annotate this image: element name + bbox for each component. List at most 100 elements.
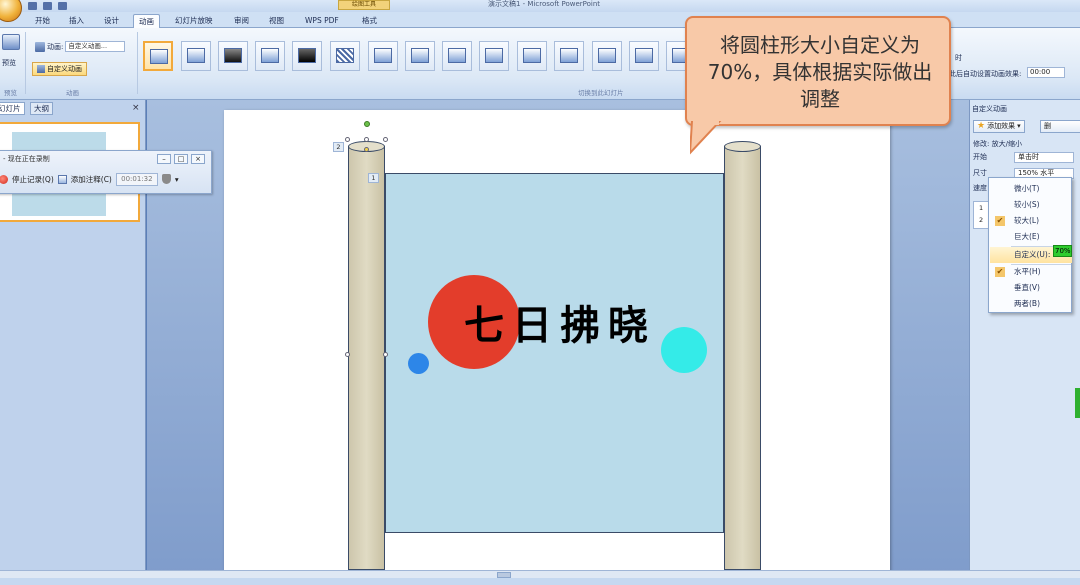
transition-none[interactable]	[143, 41, 173, 71]
custom-animation-pane: 自定义动画 ★ 添加效果 ▾ 删 修改: 放大/缩小 开始 单击时 尺寸 150…	[969, 100, 1080, 578]
animation-order-tag: 2	[333, 142, 344, 152]
transition-shape-circle[interactable]	[517, 41, 547, 71]
selection-handle[interactable]	[364, 137, 369, 142]
shield-icon[interactable]	[161, 174, 171, 184]
slide-title-text[interactable]: 七日拂晓	[464, 302, 656, 350]
transition-wipe-up[interactable]	[479, 41, 509, 71]
transition-push-left[interactable]	[592, 41, 622, 71]
chevron-down-icon[interactable]: ▾	[175, 175, 179, 184]
selection-handle[interactable]	[383, 352, 388, 357]
menu-item-larger-label: 较大(L)	[1014, 216, 1040, 225]
selection-handle[interactable]	[383, 137, 388, 142]
transition-split[interactable]	[554, 41, 584, 71]
menu-item-tiny[interactable]: 微小(T)	[990, 181, 1072, 197]
transition-icon	[411, 48, 429, 63]
save-icon[interactable]	[28, 1, 37, 10]
tab-insert[interactable]: 插入	[64, 14, 89, 28]
transition-icon	[298, 48, 316, 63]
tab-slideshow[interactable]: 幻灯片放映	[170, 14, 218, 28]
transition-cut[interactable]	[255, 41, 285, 71]
add-effect-button[interactable]: ★ 添加效果 ▾	[973, 120, 1025, 133]
adjust-handle[interactable]	[364, 147, 369, 152]
custom-animation-icon	[37, 65, 45, 73]
blue-circle[interactable]	[408, 353, 429, 374]
auto-switch-time-field[interactable]: 00:00	[1027, 67, 1065, 78]
redo-icon[interactable]	[58, 1, 67, 10]
time-label: 时	[955, 54, 962, 62]
rotation-handle[interactable]	[364, 121, 370, 127]
group-label-animations: 动画	[66, 89, 79, 97]
animation-combo-row: 动画: 自定义动画...	[35, 41, 126, 52]
close-icon[interactable]: ×	[191, 154, 205, 164]
minimize-icon[interactable]: –	[157, 154, 171, 164]
auto-switch-label: 在此后自动设置动画效果:	[942, 70, 1022, 78]
stop-record-button[interactable]: 停止记录(Q)	[12, 174, 54, 185]
add-note-button[interactable]: 添加注释(C)	[71, 174, 112, 185]
transition-wipe-left[interactable]	[405, 41, 435, 71]
recording-title: - 现在正在录制	[3, 155, 50, 163]
transition-icon	[374, 48, 392, 63]
transition-push-right[interactable]	[629, 41, 659, 71]
add-note-icon[interactable]	[57, 174, 67, 184]
restore-icon[interactable]: □	[174, 154, 188, 164]
menu-item-vertical[interactable]: 垂直(V)	[990, 280, 1072, 296]
tab-animations[interactable]: 动画	[133, 14, 160, 28]
transition-fade-smooth[interactable]	[181, 41, 211, 71]
stop-record-icon[interactable]	[0, 174, 8, 184]
recording-toolbar: - 现在正在录制 – □ × 停止记录(Q) 添加注释(C) 00:01:32 …	[0, 150, 212, 194]
right-cylinder[interactable]	[724, 141, 761, 570]
menu-item-smaller[interactable]: 较小(S)	[990, 197, 1072, 213]
selection-handle[interactable]	[345, 352, 350, 357]
cyan-circle[interactable]	[661, 327, 707, 373]
recording-time: 00:01:32	[115, 172, 158, 186]
tab-view[interactable]: 视图	[264, 14, 289, 28]
animation-icon	[35, 41, 45, 52]
size-label: 尺寸	[973, 169, 987, 177]
start-select[interactable]: 单击时	[1014, 152, 1074, 163]
undo-icon[interactable]	[43, 1, 52, 10]
menu-item-both[interactable]: 两者(B)	[990, 296, 1072, 312]
modify-label: 修改: 放大/缩小	[973, 140, 1022, 148]
tab-slides[interactable]: 幻灯片	[0, 102, 25, 115]
transition-icon	[336, 48, 354, 63]
selection-handle[interactable]	[345, 137, 350, 142]
chevron-down-icon: ▾	[1017, 122, 1021, 130]
transition-wipe-down[interactable]	[368, 41, 398, 71]
transition-icon	[560, 48, 578, 63]
custom-animation-button[interactable]: 自定义动画	[32, 62, 87, 76]
transition-cut-black[interactable]	[292, 41, 322, 71]
status-bar	[0, 578, 1080, 585]
speed-label: 速度	[973, 184, 987, 192]
group-label-preview: 预览	[4, 89, 17, 97]
left-cylinder[interactable]	[348, 141, 385, 570]
close-icon[interactable]: ×	[132, 103, 140, 113]
add-effect-label: 添加效果	[987, 122, 1016, 130]
transition-icon	[485, 48, 503, 63]
transition-icon	[523, 48, 541, 63]
group-separator	[25, 32, 26, 94]
preview-button[interactable]: 预览	[2, 58, 16, 68]
delete-effect-button[interactable]: 删	[1040, 120, 1080, 133]
checkmark-icon: ✔	[995, 267, 1005, 277]
group-label-transitions: 切换到此幻灯片	[578, 89, 624, 97]
callout-text: 将圆柱形大小自定义为70%，具体根据实际做出调整	[707, 33, 933, 111]
tab-home[interactable]: 开始	[30, 14, 55, 28]
transition-wipe-right[interactable]	[442, 41, 472, 71]
transition-fade-black[interactable]	[218, 41, 248, 71]
tab-outline[interactable]: 大纲	[30, 102, 53, 115]
preview-icon[interactable]	[2, 34, 20, 50]
transition-dissolve[interactable]	[330, 41, 360, 71]
horizontal-scrollbar[interactable]	[0, 570, 1080, 578]
tab-format[interactable]: 格式	[357, 14, 382, 28]
tab-review[interactable]: 审阅	[229, 14, 254, 28]
tab-wps-pdf[interactable]: WPS PDF	[300, 14, 344, 28]
custom-size-input[interactable]: 70%	[1053, 245, 1072, 257]
vertical-scroll-marker[interactable]	[1075, 388, 1080, 418]
tab-design[interactable]: 设计	[99, 14, 124, 28]
animation-combo[interactable]: 自定义动画...	[65, 41, 126, 52]
menu-item-horizontal[interactable]: ✔ 水平(H)	[990, 264, 1072, 280]
menu-item-larger[interactable]: ✔ 较大(L)	[990, 213, 1072, 229]
star-icon: ★	[977, 121, 986, 131]
transition-icon	[261, 48, 279, 63]
menu-item-huge[interactable]: 巨大(E)	[990, 229, 1072, 245]
